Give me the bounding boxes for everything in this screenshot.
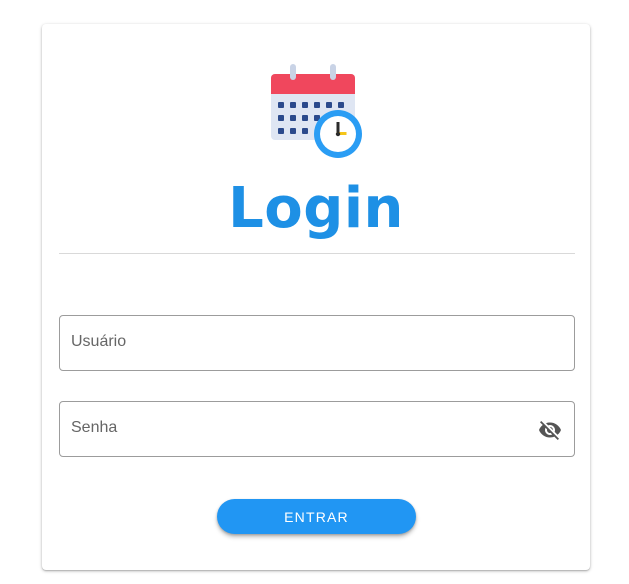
login-card: Login Usuário Senha ENTRAR — [42, 24, 590, 570]
calendar-clock-icon — [271, 64, 362, 158]
username-field[interactable]: Usuário — [59, 315, 575, 371]
password-label: Senha — [71, 419, 118, 436]
username-label: Usuário — [71, 333, 127, 350]
page-title: Login — [228, 176, 404, 241]
password-field[interactable]: Senha — [59, 401, 575, 457]
login-button[interactable]: ENTRAR — [217, 499, 416, 534]
eye-off-icon[interactable] — [538, 418, 562, 442]
title-divider — [59, 253, 575, 254]
